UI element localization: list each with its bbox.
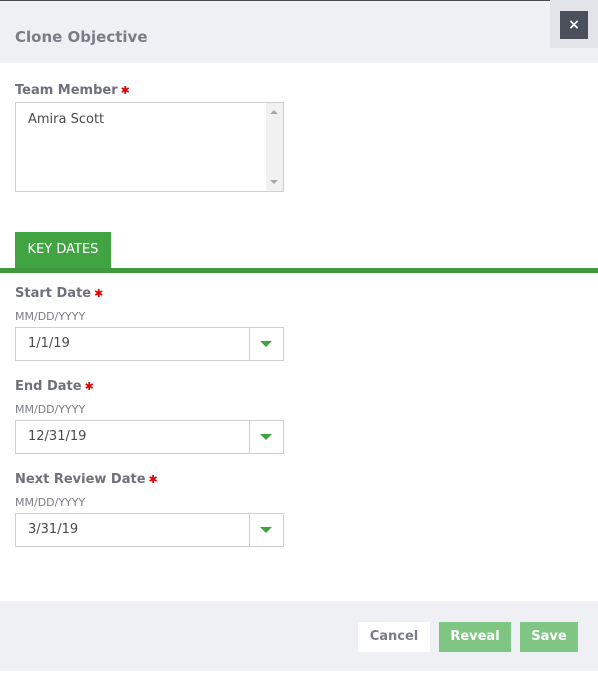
close-icon: × <box>568 17 580 33</box>
end-date-dropdown-button[interactable] <box>249 421 283 453</box>
required-icon: ✱ <box>120 84 130 97</box>
start-date-picker[interactable]: 1/1/19 <box>15 327 284 361</box>
end-date-input[interactable]: 12/31/19 <box>28 429 86 444</box>
dialog-footer: Cancel Reveal Save <box>0 601 598 671</box>
start-date-dropdown-button[interactable] <box>249 328 283 360</box>
required-icon: ✱ <box>84 380 94 393</box>
next-review-date-input[interactable]: 3/31/19 <box>28 522 78 537</box>
end-date-picker[interactable]: 12/31/19 <box>15 420 284 454</box>
reveal-button[interactable]: Reveal <box>439 622 511 652</box>
tab-key-dates[interactable]: KEY DATES <box>15 232 111 268</box>
start-date-input[interactable]: 1/1/19 <box>28 336 70 351</box>
next-review-date-dropdown-button[interactable] <box>249 514 283 546</box>
scroll-up-icon[interactable] <box>270 110 278 114</box>
start-date-format-hint: MM/DD/YYYY <box>15 310 86 323</box>
start-date-label: Start Date ✱ <box>15 286 103 301</box>
required-icon: ✱ <box>94 287 104 300</box>
end-date-label: End Date ✱ <box>15 379 94 394</box>
save-button[interactable]: Save <box>520 622 578 652</box>
tab-underline <box>0 268 598 273</box>
team-member-option[interactable]: Amira Scott <box>28 112 104 127</box>
scroll-down-icon[interactable] <box>270 180 278 184</box>
start-date-label-text: Start Date <box>15 286 92 301</box>
chevron-down-icon <box>260 527 272 533</box>
next-review-date-label: Next Review Date ✱ <box>15 472 158 487</box>
end-date-label-text: End Date <box>15 379 82 394</box>
next-review-date-format-hint: MM/DD/YYYY <box>15 496 86 509</box>
close-button[interactable]: × <box>560 11 588 39</box>
listbox-scrollbar[interactable] <box>266 103 283 191</box>
team-member-listbox[interactable]: Amira Scott <box>15 102 284 192</box>
cancel-button[interactable]: Cancel <box>358 622 430 652</box>
dialog-header: Clone Objective <box>0 1 598 63</box>
next-review-date-label-text: Next Review Date <box>15 472 146 487</box>
team-member-label-text: Team Member <box>15 83 118 98</box>
team-member-label: Team Member ✱ <box>15 83 130 98</box>
close-area: × <box>550 0 598 48</box>
next-review-date-picker[interactable]: 3/31/19 <box>15 513 284 547</box>
dialog-title: Clone Objective <box>15 28 148 46</box>
chevron-down-icon <box>260 341 272 347</box>
required-icon: ✱ <box>148 473 158 486</box>
end-date-format-hint: MM/DD/YYYY <box>15 403 86 416</box>
chevron-down-icon <box>260 434 272 440</box>
